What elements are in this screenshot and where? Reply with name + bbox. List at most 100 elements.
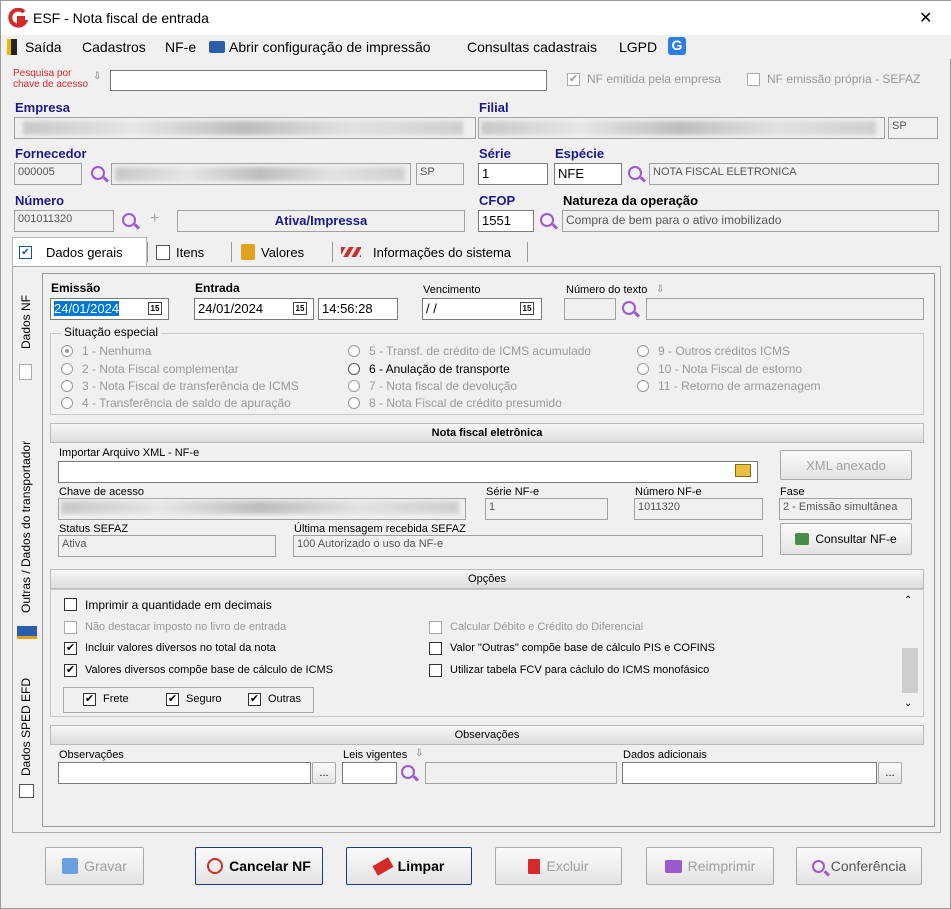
radio-situacao-11[interactable] [637,380,649,392]
leis-input[interactable] [342,762,397,784]
consultar-nfe-button[interactable]: Consultar NF-e [780,523,912,555]
menu-cadastros[interactable]: Cadastros [82,39,146,55]
menu-saida[interactable]: Saída [25,39,62,55]
opcao-checkbox-6[interactable] [429,642,442,655]
menu-bar: Saída Cadastros NF-e Abrir configuração … [1,35,951,59]
tab-dados-gerais[interactable]: ✔ Dados gerais [19,239,123,265]
tab-info[interactable]: Informações do sistema [341,239,511,265]
serie-nfe-label: Série NF-e [486,486,540,498]
outras-checkbox[interactable]: ✔ [248,693,261,706]
opcao-checkbox-3[interactable]: ✔ [64,642,77,655]
excluir-button[interactable]: Excluir [495,847,622,885]
observacoes-input[interactable] [58,762,311,784]
frete-checkbox[interactable]: ✔ [83,693,96,706]
tab-valores[interactable]: Valores [241,239,304,265]
window-title: ESF - Nota fiscal de entrada [33,10,209,26]
add-icon[interactable]: + [150,210,159,228]
numero-label: Número [15,193,65,208]
leis-label: Leis vigentes [343,749,408,761]
reimprimir-label: Reimprimir [687,858,756,874]
save-icon [62,858,79,874]
opcao-checkbox-1[interactable] [64,598,77,611]
seguro-checkbox[interactable]: ✔ [166,693,179,706]
side-tab-dados-nf[interactable]: Dados NF [19,295,33,349]
observacoes-label: Observações [59,749,124,761]
situacao-option-label: 8 - Nota Fiscal de crédito presumido [369,396,562,410]
search-doc-icon [795,533,810,545]
redacted-empresa [23,121,463,135]
opcao-label: Utilizar tabela FCV para cáclulo do ICMS… [450,664,710,676]
scroll-thumb[interactable] [902,648,918,693]
observacoes-ellipsis-button[interactable]: ... [312,762,336,784]
scroll-down-icon[interactable]: ⌄ [904,698,912,709]
search-cfop-icon[interactable] [540,213,554,227]
radio-situacao-6[interactable] [348,363,360,375]
app-logo-icon [8,8,28,28]
calendar-icon[interactable]: 15 [148,302,162,315]
filial-uf: SP [888,117,938,139]
empresa-label: Empresa [15,100,70,115]
radio-situacao-7[interactable] [348,380,360,392]
search-texto-icon[interactable] [622,301,636,315]
radio-situacao-1[interactable] [61,345,73,357]
radio-situacao-8[interactable] [348,397,360,409]
serie-input[interactable]: 1 [478,163,548,185]
menu-abrir-impressao[interactable]: Abrir configuração de impressão [229,39,431,55]
importar-xml-input[interactable] [58,461,758,483]
nf-propria-checkbox[interactable] [747,73,760,86]
scroll-up-icon[interactable]: ⌃ [904,595,912,606]
side-tab-sped[interactable]: Dados SPED EFD [19,678,33,776]
hora-input[interactable]: 14:56:28 [318,298,398,320]
close-icon[interactable]: ✕ [919,8,932,28]
numero-field[interactable]: 001011320 [14,210,114,232]
reimprimir-button[interactable]: Reimprimir [646,847,774,885]
radio-situacao-10[interactable] [637,363,649,375]
cfop-input[interactable]: 1551 [478,210,534,232]
dados-ellipsis-button[interactable]: ... [878,762,902,784]
cancelar-nf-button[interactable]: Cancelar NF [195,847,323,885]
menu-nfe[interactable]: NF-e [165,39,196,55]
radio-situacao-2[interactable] [61,363,73,375]
opcao-checkbox-4[interactable]: ✔ [64,664,77,677]
down-arrow-icon: ⇩ [93,71,102,82]
opcao-checkbox-7[interactable] [429,664,442,677]
especie-label: Espécie [555,146,605,161]
search-leis-icon[interactable] [401,765,415,779]
search-especie-icon[interactable] [628,166,642,180]
especie-input[interactable]: NFE [554,163,622,185]
radio-situacao-5[interactable] [348,345,360,357]
side-tab-transportador[interactable]: Outras / Dados do transportador [19,441,33,613]
search-fornecedor-icon[interactable] [91,166,105,180]
check-tab-icon: ✔ [19,245,32,259]
radio-situacao-4[interactable] [61,397,73,409]
numero-texto-input[interactable] [564,298,616,320]
conferencia-button[interactable]: Conferência [796,847,922,885]
calendar-icon[interactable]: 15 [520,302,534,315]
dados-adicionais-label: Dados adicionais [623,749,707,761]
search-numero-icon[interactable] [122,213,136,227]
trash-icon [528,858,541,874]
folder-icon[interactable] [735,464,751,477]
radio-situacao-9[interactable] [637,345,649,357]
tab-divider [147,242,148,262]
radio-situacao-3[interactable] [61,380,73,392]
xml-anexado-button[interactable]: XML anexado [780,450,912,480]
situacao-option-label: 11 - Retorno de armazenagem [658,379,821,393]
msg-sefaz-label: Última mensagem recebida SEFAZ [294,523,466,535]
opcao-checkbox-5[interactable] [429,621,442,634]
limpar-button[interactable]: Limpar [346,847,472,885]
gravar-button[interactable]: Gravar [45,847,144,885]
menu-consultas[interactable]: Consultas cadastrais [467,39,597,55]
fornecedor-code[interactable]: 000005 [14,163,82,185]
opcao-checkbox-2[interactable] [64,621,77,634]
search-input[interactable] [110,70,547,91]
eraser-icon [372,856,394,876]
dados-adicionais-input[interactable] [622,762,877,784]
situacao-option-label: 5 - Transf. de crédito de ICMS acumulado [369,344,592,358]
tab-itens[interactable]: Itens [156,239,204,265]
redacted-chave [61,501,459,514]
menu-lgpd[interactable]: LGPD [619,39,657,55]
calendar-icon[interactable]: 15 [293,302,307,315]
nf-emitida-checkbox[interactable]: ✔ [567,73,580,86]
emissao-value: 24/01/2024 [54,301,120,316]
